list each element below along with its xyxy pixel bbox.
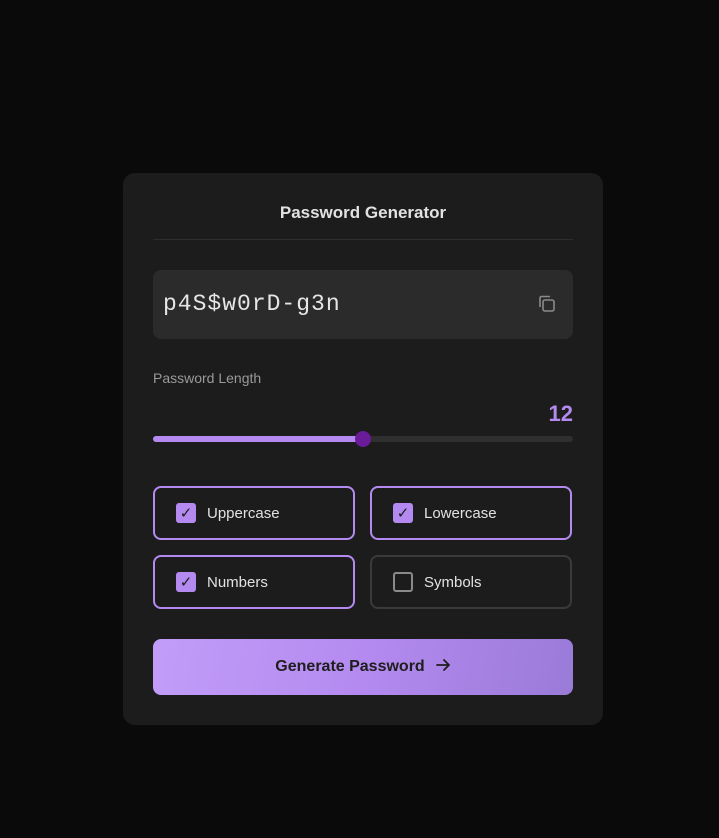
- option-symbols[interactable]: Symbols: [370, 555, 572, 609]
- generate-password-button[interactable]: Generate Password: [153, 639, 573, 695]
- slider-fill: [153, 436, 363, 442]
- option-uppercase[interactable]: ✓ Uppercase: [153, 486, 355, 540]
- option-label: Symbols: [424, 574, 482, 591]
- password-text: p4S$w0rD-g3n: [163, 291, 341, 317]
- option-label: Uppercase: [207, 505, 280, 522]
- length-slider[interactable]: [153, 431, 573, 447]
- option-numbers[interactable]: ✓ Numbers: [153, 555, 355, 609]
- option-label: Lowercase: [424, 505, 497, 522]
- checkbox-symbols[interactable]: [393, 572, 413, 592]
- checkbox-uppercase[interactable]: ✓: [176, 503, 196, 523]
- password-length-value: 12: [548, 401, 573, 426]
- password-display: p4S$w0rD-g3n: [153, 270, 573, 339]
- slider-thumb[interactable]: [355, 431, 371, 447]
- checkbox-numbers[interactable]: ✓: [176, 572, 196, 592]
- password-length-label: Password Length: [153, 370, 262, 386]
- option-label: Numbers: [207, 574, 268, 591]
- checkbox-lowercase[interactable]: ✓: [393, 503, 413, 523]
- generate-password-label: Generate Password: [275, 658, 425, 675]
- arrow-right-icon: [435, 659, 450, 671]
- page-title: Password Generator: [279, 203, 447, 222]
- password-generator-card: Password Generator p4S$w0rD-g3n Password…: [123, 173, 603, 725]
- copy-icon[interactable]: [535, 292, 559, 316]
- option-lowercase[interactable]: ✓ Lowercase: [370, 486, 572, 540]
- divider: [153, 239, 573, 240]
